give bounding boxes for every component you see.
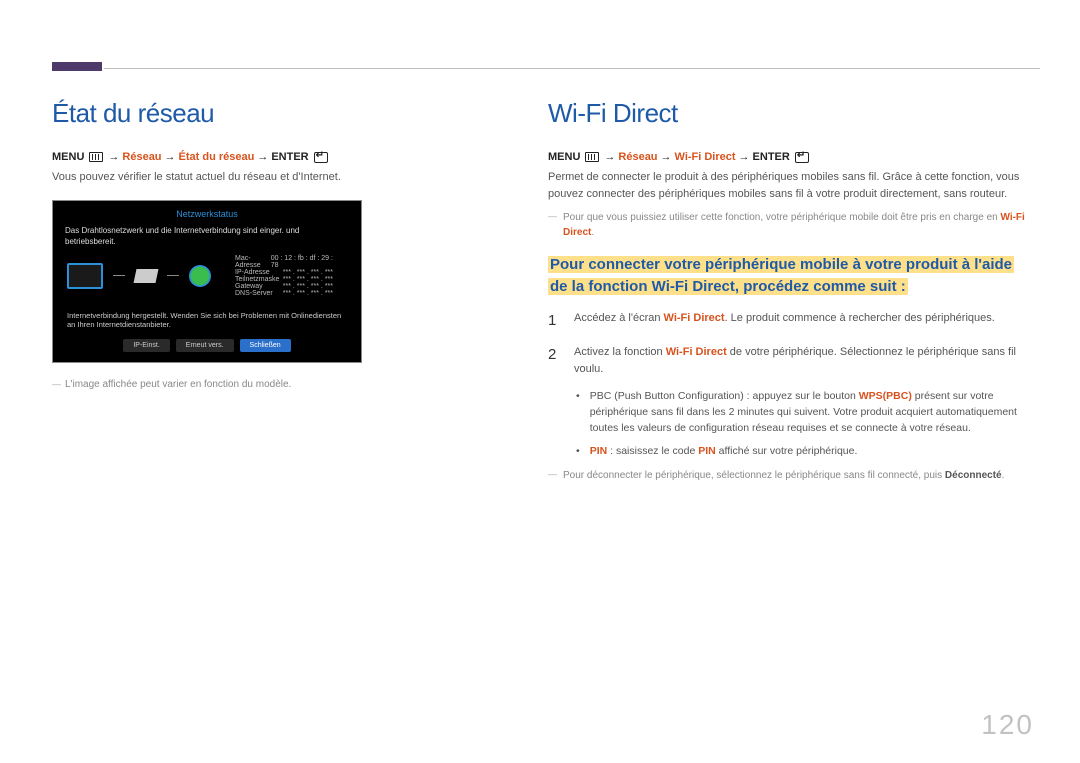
tv-icon — [67, 263, 103, 289]
b1-hl: WPS(PBC) — [859, 390, 912, 402]
left-title: État du réseau — [52, 98, 512, 129]
ss-status-line: Das Drahtlosnetzwerk und die Internetver… — [53, 225, 361, 247]
ss-icon-row: Mac-Adresse00 : 12 : fb : df : 29 : 78 I… — [53, 247, 361, 305]
step1-post: . Le produit commence à rechercher des p… — [725, 312, 995, 324]
sub-bullet-pbc: • PBC (Push Button Configuration) : appu… — [576, 389, 1040, 436]
arrow-icon: → — [165, 151, 176, 163]
ss-mac-value: 00 : 12 : fb : df : 29 : 78 — [271, 255, 333, 269]
subhead-line2: de la fonction Wi-Fi Direct, procédez co… — [548, 278, 908, 295]
ss-title: Netzwerkstatus — [53, 209, 361, 219]
ss-net-table: Mac-Adresse00 : 12 : fb : df : 29 : 78 I… — [221, 255, 347, 297]
ss-dns-value: *** . *** . *** . *** — [283, 290, 333, 297]
arrow-icon: → — [108, 151, 119, 163]
step1-hl: Wi-Fi Direct — [664, 312, 725, 324]
step2-pre: Activez la fonction — [574, 346, 666, 358]
network-status-screenshot: Netzwerkstatus Das Drahtlosnetzwerk und … — [52, 200, 362, 363]
step-2-text: Activez la fonction Wi-Fi Direct de votr… — [574, 344, 1040, 377]
ss-gw-value: *** . *** . *** . *** — [283, 283, 333, 290]
menu-item-reseau: Réseau — [122, 151, 161, 163]
left-column: État du réseau MENU → Réseau → État du r… — [52, 98, 512, 390]
ss-ip-label: IP-Adresse — [235, 269, 270, 276]
left-footnote: L'image affichée peut varier en fonction… — [52, 379, 512, 390]
ss-message: Internetverbindung hergestellt. Wenden S… — [53, 305, 361, 339]
ss-retry-button[interactable]: Erneut vers. — [176, 339, 234, 352]
step-1: 1 Accédez à l'écran Wi-Fi Direct. Le pro… — [548, 310, 1040, 333]
step-number: 2 — [548, 344, 562, 377]
note-text: Pour que vous puissiez utiliser cette fo… — [563, 210, 1040, 240]
enter-label: ENTER — [753, 151, 790, 163]
ss-gw-label: Gateway — [235, 283, 263, 290]
right-desc: Permet de connecter le produit à des pér… — [548, 169, 1040, 202]
menu-label: MENU — [548, 151, 580, 163]
right-menu-path: MENU → Réseau → Wi-Fi Direct → ENTER — [548, 151, 1040, 163]
ss-ip-value: *** . *** . *** . *** — [283, 269, 333, 276]
link-line-icon — [113, 275, 125, 276]
arrow-icon: → — [661, 151, 672, 163]
b2-hl: PIN — [590, 445, 608, 457]
dash-icon: ― — [548, 468, 557, 483]
router-icon — [134, 269, 159, 283]
b2-post: affiché sur votre périphérique. — [716, 445, 858, 457]
step2-hl: Wi-Fi Direct — [666, 346, 727, 358]
ss-close-button[interactable]: Schließen — [240, 339, 291, 352]
top-rule — [104, 68, 1040, 69]
step-number: 1 — [548, 310, 562, 333]
right-note: ― Pour que vous puissiez utiliser cette … — [548, 210, 1040, 240]
right-final-note: ― Pour déconnecter le périphérique, séle… — [548, 468, 1040, 483]
arrow-icon: → — [257, 151, 268, 163]
menu-item-wifidirect: Wi-Fi Direct — [675, 151, 736, 163]
section-marker — [52, 62, 102, 71]
menu-item-etat: État du réseau — [179, 151, 255, 163]
arrow-icon: → — [739, 151, 750, 163]
final-text: Pour déconnecter le périphérique, sélect… — [563, 468, 1004, 483]
right-column: Wi-Fi Direct MENU → Réseau → Wi-Fi Direc… — [548, 98, 1040, 483]
note-post: . — [591, 227, 594, 238]
right-title: Wi-Fi Direct — [548, 98, 1040, 129]
dash-icon: ― — [548, 210, 557, 240]
ss-dns-label: DNS-Server — [235, 290, 273, 297]
step-1-text: Accédez à l'écran Wi-Fi Direct. Le produ… — [574, 310, 995, 333]
menu-grid-icon — [585, 152, 599, 162]
enter-icon — [795, 152, 809, 163]
b1-pre: PBC (Push Button Configuration) : appuye… — [590, 390, 859, 402]
ss-ip-settings-button[interactable]: IP-Einst. — [123, 339, 169, 352]
final-pre: Pour déconnecter le périphérique, sélect… — [563, 470, 945, 481]
final-post: . — [1002, 470, 1005, 481]
ss-mac-label: Mac-Adresse — [235, 255, 271, 269]
bullet-dot-icon: • — [576, 444, 580, 460]
step-2: 2 Activez la fonction Wi-Fi Direct de vo… — [548, 344, 1040, 377]
globe-icon — [189, 265, 211, 287]
left-desc: Vous pouvez vérifier le statut actuel du… — [52, 169, 512, 186]
menu-grid-icon — [89, 152, 103, 162]
menu-item-reseau: Réseau — [618, 151, 657, 163]
step1-pre: Accédez à l'écran — [574, 312, 664, 324]
right-subhead: Pour connecter votre périphérique mobile… — [548, 254, 1040, 298]
bullet-pin-text: PIN : saisissez le code PIN affiché sur … — [590, 444, 858, 460]
final-hl: Déconnecté — [945, 470, 1002, 481]
sub-bullet-pin: • PIN : saisissez le code PIN affiché su… — [576, 444, 1040, 460]
left-menu-path: MENU → Réseau → État du réseau → ENTER — [52, 151, 512, 163]
link-line-icon — [167, 275, 179, 276]
ss-mask-label: Teilnetzmaske — [235, 276, 279, 283]
subhead-line1: Pour connecter votre périphérique mobile… — [548, 256, 1014, 273]
menu-label: MENU — [52, 151, 84, 163]
arrow-icon: → — [604, 151, 615, 163]
b2-hl2: PIN — [698, 445, 716, 457]
ss-button-row: IP-Einst. Erneut vers. Schließen — [53, 339, 361, 352]
bullet-dot-icon: • — [576, 389, 580, 436]
bullet-pbc-text: PBC (Push Button Configuration) : appuye… — [590, 389, 1040, 436]
enter-icon — [314, 152, 328, 163]
note-pre: Pour que vous puissiez utiliser cette fo… — [563, 212, 1000, 223]
ss-mask-value: *** . *** . *** . *** — [283, 276, 333, 283]
page-number: 120 — [981, 709, 1034, 741]
enter-label: ENTER — [271, 151, 308, 163]
b2-pre: : saisissez le code — [607, 445, 698, 457]
